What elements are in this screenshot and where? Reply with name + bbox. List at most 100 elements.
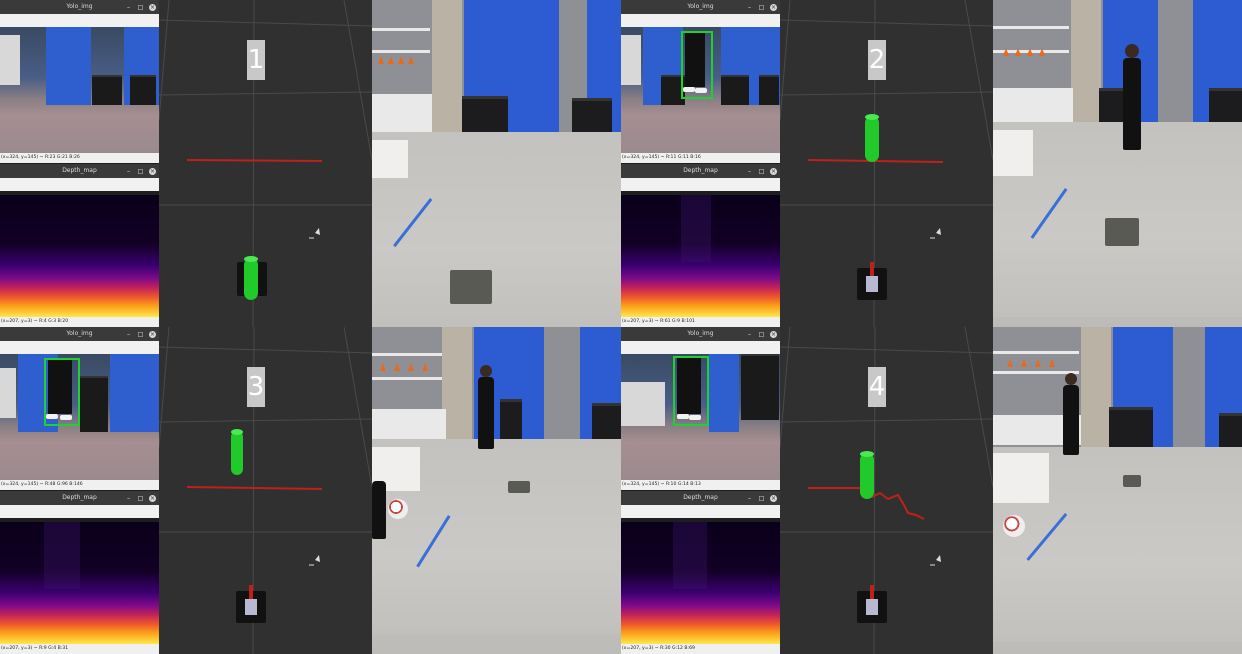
rviz-view[interactable]: 1 [159,0,372,327]
depth-toolbar [0,505,159,518]
yolo-window[interactable]: Yolo_img – □ × (x=324, y=145) ~ R:23 G:2… [0,0,159,163]
close-icon[interactable]: × [770,494,777,502]
step-number: 4 [868,367,886,407]
shoe [677,414,689,419]
rviz-grid [780,327,993,654]
yolo-toolbar [0,14,159,27]
shoe [695,88,707,93]
minimize-icon[interactable]: – [746,331,753,338]
shoe [46,414,58,419]
tool-cabinet [92,75,122,106]
panel-3: Yolo_img – □ × (x=324, y=145) ~ R:48 G:9… [0,327,621,654]
yolo-window-titlebar[interactable]: Yolo_img – □ × [0,327,159,341]
depth-window[interactable]: Depth_map – □ × (x=207, y=3) ~ R:9 G:4 B… [0,491,159,654]
minimize-icon[interactable]: – [125,495,132,502]
minimize-icon[interactable]: – [125,4,132,11]
maximize-icon[interactable]: □ [137,331,144,338]
close-icon[interactable]: × [770,330,777,338]
close-icon[interactable]: × [149,167,156,175]
depth-window-title: Depth_map [683,167,718,174]
person-cylinder [244,258,258,300]
cursor-icon [309,555,320,566]
depth-window[interactable]: Depth_map – □ × (x=207, y=3) ~ R:4 G:3 B… [0,164,159,327]
depth-person-silhouette [44,522,80,590]
depth-pixel-status: (x=207, y=3) ~ R:61 G:9 B:101 [621,317,780,327]
maximize-icon[interactable]: □ [137,495,144,502]
person-cylinder [231,431,243,475]
yolo-window-title: Yolo_img [66,3,93,10]
yolo-camera-image[interactable] [621,27,780,153]
close-icon[interactable]: × [149,330,156,338]
rviz-view[interactable]: 2 [780,0,993,327]
close-icon[interactable]: × [770,167,777,175]
yolo-camera-image[interactable] [0,27,159,153]
yolo-window-title: Yolo_img [687,3,714,10]
maximize-icon[interactable]: □ [758,4,765,11]
depth-map-image[interactable] [621,195,780,317]
minimize-icon[interactable]: – [746,495,753,502]
depth-window-titlebar[interactable]: Depth_map – □ × [0,491,159,505]
tool-cabinet [759,75,779,106]
depth-window[interactable]: Depth_map – □ × (x=207, y=3) ~ R:61 G:9 … [621,164,780,327]
yolo-pixel-status: (x=324, y=145) ~ R:48 G:96 B:146 [0,480,159,490]
yolo-window-titlebar[interactable]: Yolo_img – □ × [0,0,159,14]
lab-photo [993,327,1242,654]
yolo-toolbar [0,341,159,354]
tool-cabinet [741,354,779,420]
opencv-windows: Yolo_img – □ × (x=324, y=145) ~ R:23 G:2… [0,0,159,327]
depth-window-titlebar[interactable]: Depth_map – □ × [0,164,159,178]
depth-map-image[interactable] [621,522,780,644]
depth-window[interactable]: Depth_map – □ × (x=207, y=3) ~ R:30 G:12… [621,491,780,654]
minimize-icon[interactable]: – [746,168,753,175]
maximize-icon[interactable]: □ [758,331,765,338]
depth-pixel-status: (x=207, y=3) ~ R:30 G:12 B:69 [621,644,780,654]
opencv-windows: Yolo_img – □ × (x=324, y=145) ~ R:11 G:1… [621,0,780,327]
shoe [60,415,72,420]
depth-window-titlebar[interactable]: Depth_map – □ × [621,491,780,505]
yolo-camera-image[interactable] [0,354,159,480]
robot [1123,475,1141,487]
blue-wall [110,354,159,433]
yolo-window-titlebar[interactable]: Yolo_img – □ × [621,327,780,341]
yolo-window-title: Yolo_img [66,330,93,337]
yolo-window-titlebar[interactable]: Yolo_img – □ × [621,0,780,14]
soccer-ball [1003,515,1025,537]
depth-person-silhouette [681,195,711,263]
rviz-view[interactable]: 3 [159,327,372,654]
minimize-icon[interactable]: – [125,331,132,338]
close-icon[interactable]: × [770,3,777,11]
depth-map-image[interactable] [0,522,159,644]
soccer-ball [388,499,408,519]
rviz-grid [159,0,372,327]
person [372,481,386,539]
opencv-windows: Yolo_img – □ × (x=324, y=145) ~ R:48 G:9… [0,327,159,654]
person [1063,385,1079,455]
maximize-icon[interactable]: □ [137,4,144,11]
depth-map-image[interactable] [0,195,159,317]
cursor-icon [930,555,941,566]
lab-photo [993,0,1242,327]
close-icon[interactable]: × [149,494,156,502]
robot [450,270,492,304]
rviz-view[interactable]: 4 [780,327,993,654]
robot [508,481,530,493]
minimize-icon[interactable]: – [125,168,132,175]
yolo-window[interactable]: Yolo_img – □ × (x=324, y=145) ~ R:11 G:1… [621,0,780,163]
lab-photo [372,327,621,654]
maximize-icon[interactable]: □ [137,168,144,175]
close-icon[interactable]: × [149,3,156,11]
tool-cabinet [130,75,156,106]
person [478,377,494,449]
yolo-window[interactable]: Yolo_img – □ × (x=324, y=145) ~ R:10 G:1… [621,327,780,490]
yolo-camera-image[interactable] [621,354,780,480]
yolo-pixel-status: (x=324, y=145) ~ R:11 G:11 B:16 [621,153,780,163]
depth-window-titlebar[interactable]: Depth_map – □ × [621,164,780,178]
rviz-grid [159,327,372,654]
maximize-icon[interactable]: □ [758,168,765,175]
path-line [186,159,323,162]
yolo-window[interactable]: Yolo_img – □ × (x=324, y=145) ~ R:48 G:9… [0,327,159,490]
person-legs [685,33,705,87]
shoe [683,87,695,92]
minimize-icon[interactable]: – [746,4,753,11]
maximize-icon[interactable]: □ [758,495,765,502]
